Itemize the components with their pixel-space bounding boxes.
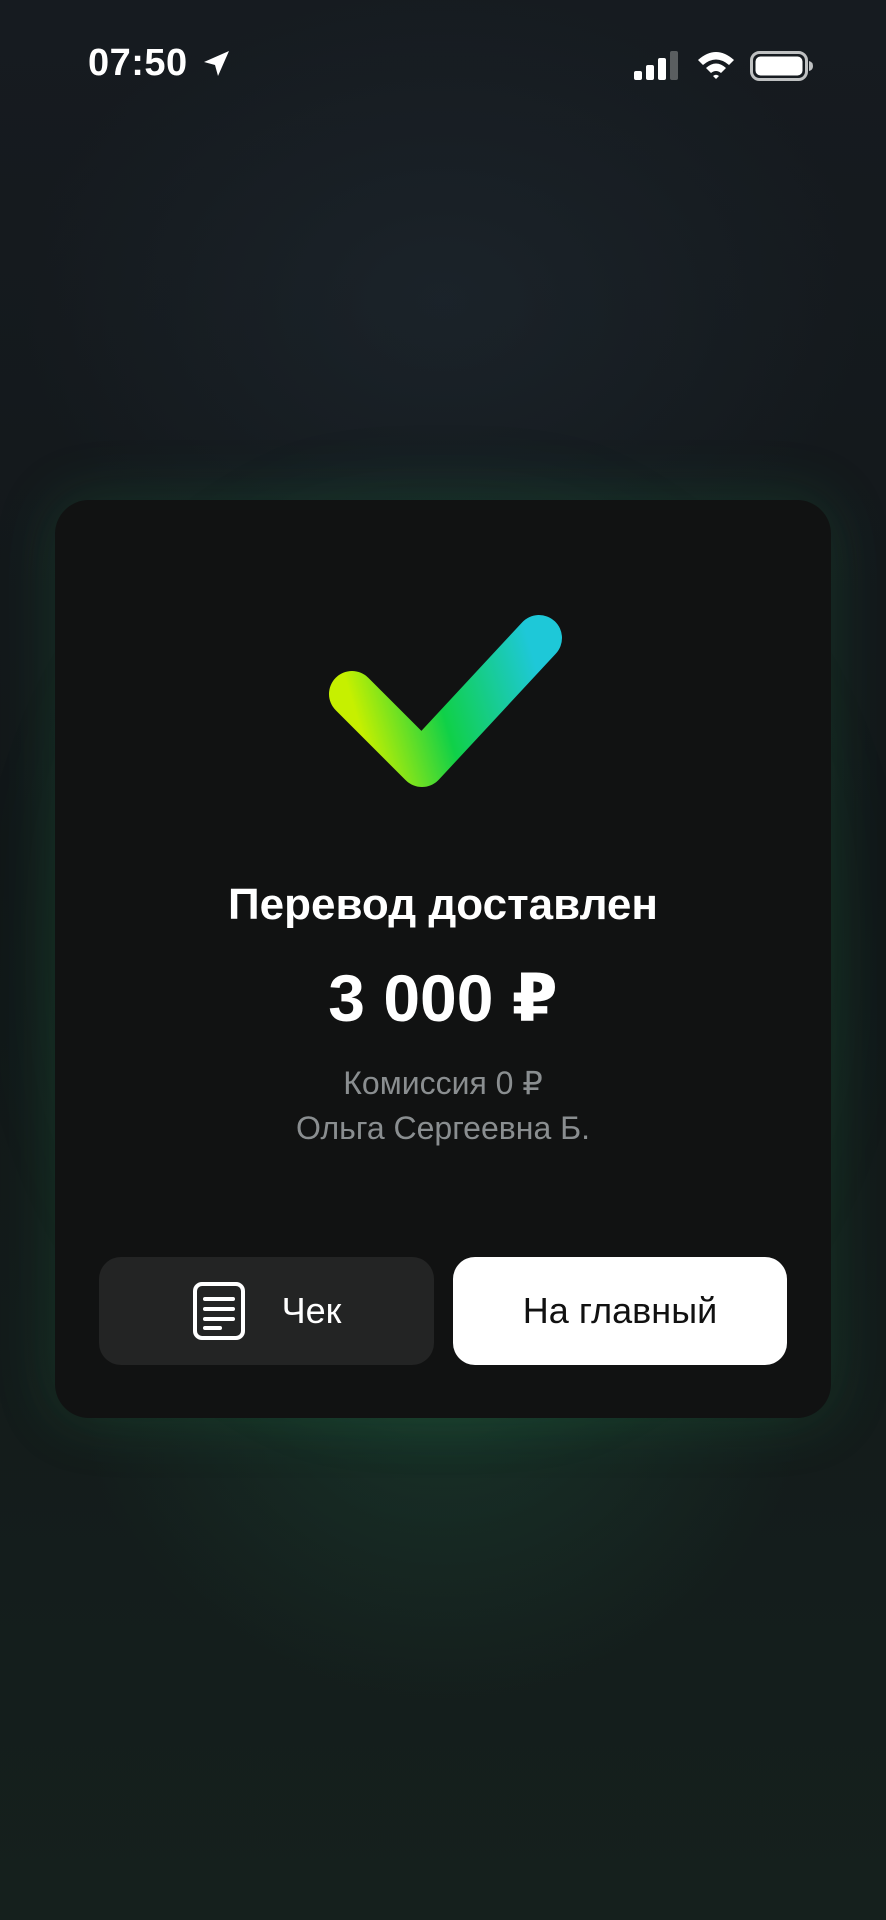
battery-icon <box>750 51 813 81</box>
transfer-amount: 3 000 ₽ <box>328 961 558 1035</box>
status-bar: 07:50 <box>0 0 886 130</box>
recipient-name: Ольга Сергеевна Б. <box>295 1110 591 1146</box>
cellular-signal-icon <box>634 51 678 80</box>
receipt-button[interactable]: Чек <box>99 1257 434 1365</box>
location-arrow-icon <box>204 51 229 76</box>
home-button[interactable]: На главный <box>453 1257 787 1365</box>
success-checkmark-icon <box>329 615 562 787</box>
commission-text: Комиссия 0 ₽ <box>343 1065 543 1101</box>
document-icon <box>192 1282 245 1340</box>
wifi-icon <box>698 52 734 79</box>
status-time: 07:50 <box>88 42 188 84</box>
transfer-status-title: Перевод доставлен <box>228 880 658 929</box>
home-button-label: На главный <box>522 1290 718 1331</box>
receipt-button-label: Чек <box>281 1290 342 1331</box>
